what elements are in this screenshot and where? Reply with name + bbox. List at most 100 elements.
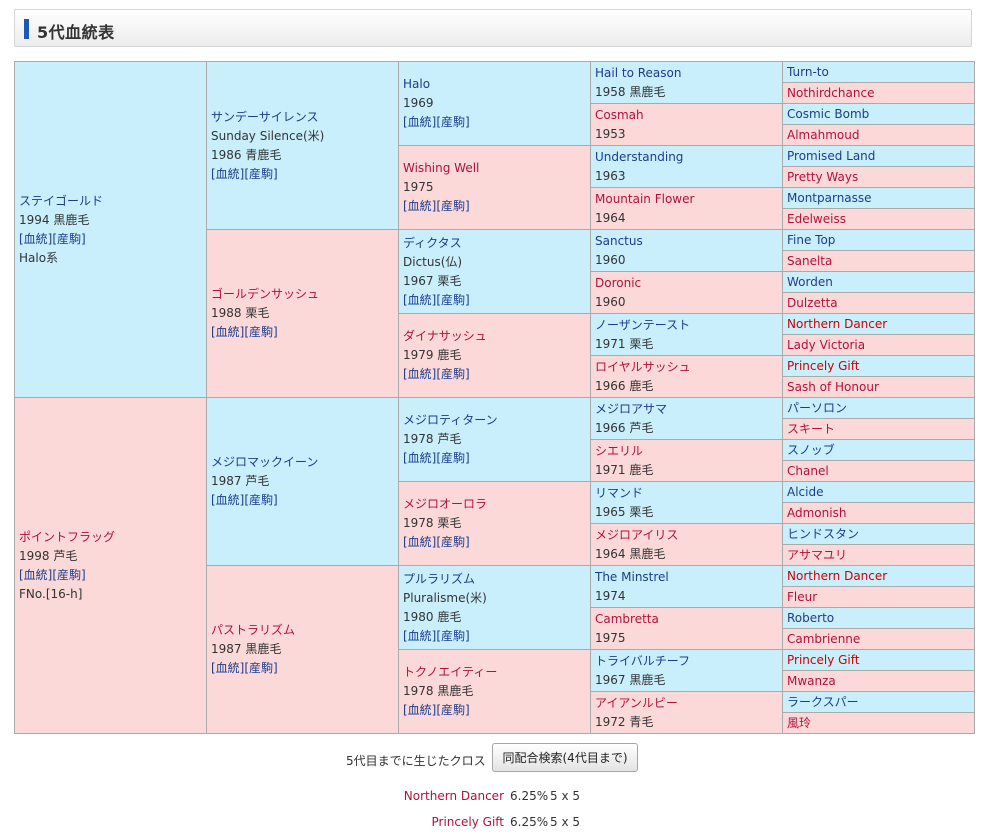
horse-name-link[interactable]: ポイントフラッグ xyxy=(19,528,202,547)
horse-name-link[interactable]: Hail to Reason xyxy=(595,64,778,83)
horse-name-link[interactable]: Pretty Ways xyxy=(787,168,970,187)
pedigree-link[interactable]: [血統] xyxy=(403,199,436,213)
horse-name-link[interactable]: メジロアイリス xyxy=(595,526,778,545)
horse-name-link[interactable]: Montparnasse xyxy=(787,189,970,208)
horse-name-link[interactable]: Cosmah xyxy=(595,106,778,125)
gen3-cell: トクノエイティー 1978 黒鹿毛 [血統][産駒] xyxy=(398,649,591,734)
horse-name-link[interactable]: Admonish xyxy=(787,504,970,523)
pedigree-link[interactable]: [血統] xyxy=(403,367,436,381)
horse-name-link[interactable]: Princely Gift xyxy=(787,651,970,670)
gen5-cell: Roberto xyxy=(782,607,975,629)
horse-name-link[interactable]: アイアンルビー xyxy=(595,694,778,713)
pedigree-link[interactable]: [血統] xyxy=(403,451,436,465)
gen3-cell: メジロオーロラ 1978 栗毛 [血統][産駒] xyxy=(398,481,591,566)
progeny-link[interactable]: [産駒] xyxy=(436,535,469,549)
horse-name-link[interactable]: Roberto xyxy=(787,609,970,628)
horse-name-link[interactable]: Nothirdchance xyxy=(787,84,970,103)
horse-name-link[interactable]: Dulzetta xyxy=(787,294,970,313)
progeny-link[interactable]: [産駒] xyxy=(244,493,277,507)
horse-name-link[interactable]: メジロティターン xyxy=(403,411,586,430)
gen2-cell: ゴールデンサッシュ 1988 栗毛 [血統][産駒] xyxy=(206,229,399,398)
horse-name-link[interactable]: Wishing Well xyxy=(403,159,586,178)
horse-name-link[interactable]: Northern Dancer xyxy=(787,315,970,334)
pedigree-link[interactable]: [血統] xyxy=(19,232,52,246)
horse-name-link[interactable]: Fleur xyxy=(787,588,970,607)
horse-name-link[interactable]: Understanding xyxy=(595,148,778,167)
horse-name-link[interactable]: リマンド xyxy=(595,484,778,503)
horse-name-link[interactable]: スキート xyxy=(787,420,970,439)
gen5-cell: Princely Gift xyxy=(782,355,975,377)
horse-name-link[interactable]: 風玲 xyxy=(787,714,970,733)
progeny-link[interactable]: [産駒] xyxy=(244,661,277,675)
horse-name-link[interactable]: Edelweiss xyxy=(787,210,970,229)
progeny-link[interactable]: [産駒] xyxy=(436,703,469,717)
horse-name-link[interactable]: Almahmoud xyxy=(787,126,970,145)
progeny-link[interactable]: [産駒] xyxy=(52,568,85,582)
horse-name-link[interactable]: Doronic xyxy=(595,274,778,293)
horse-name-link[interactable]: トライバルチーフ xyxy=(595,652,778,671)
horse-name-link[interactable]: Alcide xyxy=(787,483,970,502)
progeny-link[interactable]: [産駒] xyxy=(436,629,469,643)
horse-name-link[interactable]: シエリル xyxy=(595,442,778,461)
horse-name-link[interactable]: Halo xyxy=(403,75,586,94)
horse-name-link[interactable]: サンデーサイレンス xyxy=(211,108,394,127)
pedigree-link[interactable]: [血統] xyxy=(403,703,436,717)
horse-name-link[interactable]: Northern Dancer xyxy=(787,567,970,586)
gen1-cell: ポイントフラッグ 1998 芦毛 [血統][産駒] FNo.[16-h] xyxy=(14,397,207,734)
horse-name-link[interactable]: Princely Gift xyxy=(787,357,970,376)
horse-name-link[interactable]: プルラリズム xyxy=(403,570,586,589)
horse-name-link[interactable]: Worden xyxy=(787,273,970,292)
horse-name-link[interactable]: アサマユリ xyxy=(787,546,970,565)
pedigree-link[interactable]: [血統] xyxy=(403,629,436,643)
horse-name-link[interactable]: Lady Victoria xyxy=(787,336,970,355)
horse-name-link[interactable]: ディクタス xyxy=(403,234,586,253)
pedigree-link[interactable]: [血統] xyxy=(211,325,244,339)
pedigree-link[interactable]: [血統] xyxy=(211,661,244,675)
horse-name-link[interactable]: メジロオーロラ xyxy=(403,495,586,514)
horse-name-link[interactable]: ステイゴールド xyxy=(19,192,202,211)
horse-name-link[interactable]: Cambrienne xyxy=(787,630,970,649)
pedigree-link[interactable]: [血統] xyxy=(403,535,436,549)
progeny-link[interactable]: [産駒] xyxy=(436,293,469,307)
pedigree-link[interactable]: [血統] xyxy=(403,293,436,307)
progeny-link[interactable]: [産駒] xyxy=(436,199,469,213)
horse-name-link[interactable]: Fine Top xyxy=(787,231,970,250)
horse-name-link[interactable]: The Minstrel xyxy=(595,568,778,587)
horse-name-link[interactable]: ロイヤルサッシュ xyxy=(595,358,778,377)
progeny-link[interactable]: [産駒] xyxy=(244,325,277,339)
horse-name-link[interactable]: スノッブ xyxy=(787,441,970,460)
horse-birth-info: 1966 鹿毛 xyxy=(595,378,654,393)
horse-name-link[interactable]: Chanel xyxy=(787,462,970,481)
horse-name-link[interactable]: ヒンドスタン xyxy=(787,525,970,544)
same-mating-search-button[interactable]: 同配合検索(4代目まで) xyxy=(492,743,638,772)
progeny-link[interactable]: [産駒] xyxy=(436,115,469,129)
horse-name-link[interactable]: パストラリズム xyxy=(211,621,394,640)
horse-name-link[interactable]: トクノエイティー xyxy=(403,663,586,682)
horse-name-link[interactable]: ダイナサッシュ xyxy=(403,327,586,346)
horse-name-link[interactable]: Sash of Honour xyxy=(787,378,970,397)
progeny-link[interactable]: [産駒] xyxy=(436,451,469,465)
horse-name-link[interactable]: メジロマックイーン xyxy=(211,453,394,472)
horse-name-link[interactable]: Turn-to xyxy=(787,63,970,82)
pedigree-link[interactable]: [血統] xyxy=(19,568,52,582)
cross-horse-link[interactable]: Princely Gift xyxy=(432,815,504,829)
progeny-link[interactable]: [産駒] xyxy=(436,367,469,381)
horse-name-link[interactable]: Promised Land xyxy=(787,147,970,166)
pedigree-link[interactable]: [血統] xyxy=(211,493,244,507)
horse-name-link[interactable]: ラークスパー xyxy=(787,693,970,712)
pedigree-link[interactable]: [血統] xyxy=(211,167,244,181)
progeny-link[interactable]: [産駒] xyxy=(52,232,85,246)
horse-name-link[interactable]: パーソロン xyxy=(787,399,970,418)
horse-name-link[interactable]: メジロアサマ xyxy=(595,400,778,419)
horse-name-link[interactable]: Sanctus xyxy=(595,232,778,251)
horse-name-link[interactable]: ゴールデンサッシュ xyxy=(211,285,394,304)
horse-name-link[interactable]: Mwanza xyxy=(787,672,970,691)
horse-name-link[interactable]: Mountain Flower xyxy=(595,190,778,209)
pedigree-link[interactable]: [血統] xyxy=(403,115,436,129)
horse-name-link[interactable]: Cosmic Bomb xyxy=(787,105,970,124)
cross-horse-link[interactable]: Northern Dancer xyxy=(404,789,504,803)
progeny-link[interactable]: [産駒] xyxy=(244,167,277,181)
horse-name-link[interactable]: ノーザンテースト xyxy=(595,316,778,335)
horse-name-link[interactable]: Sanelta xyxy=(787,252,970,271)
horse-name-link[interactable]: Cambretta xyxy=(595,610,778,629)
